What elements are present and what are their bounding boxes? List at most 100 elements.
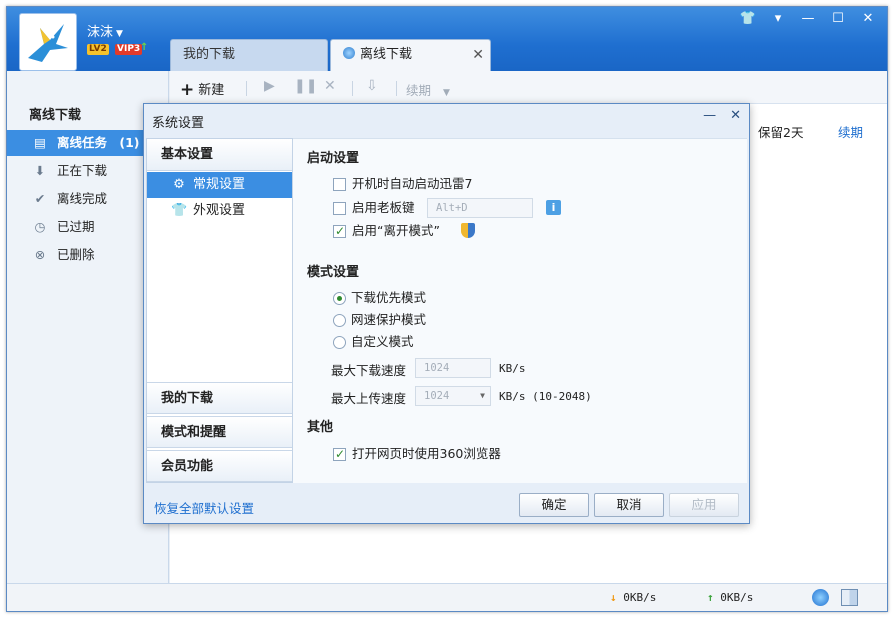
checkbox-label: 打开网页时使用360浏览器: [352, 446, 501, 461]
thunder-logo-icon[interactable]: [812, 589, 829, 606]
maximize-icon[interactable]: ☐: [829, 11, 847, 26]
sidebar-item-label: 正在下载: [57, 163, 108, 178]
sidebar-item-count: (1): [119, 135, 140, 150]
restore-defaults-link[interactable]: 恢复全部默认设置: [154, 498, 254, 517]
use-360-checkbox[interactable]: 打开网页时使用360浏览器: [333, 445, 501, 463]
nav-section-basic[interactable]: 基本设置: [147, 139, 292, 171]
nav-section-my-downloads[interactable]: 我的下载: [147, 382, 292, 414]
retention-text: 保留2天: [758, 125, 804, 140]
nav-section-mode-alert[interactable]: 模式和提醒: [147, 416, 292, 448]
panel-toggle-icon[interactable]: [841, 589, 858, 606]
checkbox-box: [333, 201, 346, 215]
sidebar-item-label: 已删除: [57, 247, 95, 262]
tab-label: 我的下载: [183, 47, 236, 62]
sidebar-item-label: 离线任务: [57, 135, 108, 150]
radio-label: 网速保护模式: [351, 312, 427, 327]
checkbox-label: 启用“离开模式”: [352, 223, 440, 238]
boss-key-input[interactable]: Alt+D: [427, 198, 533, 218]
download-arrow-icon: ⬇: [34, 163, 46, 178]
nav-item-label: 常规设置: [193, 177, 246, 192]
radio-selected: [333, 291, 346, 305]
dialog-window-controls: — ✕: [703, 108, 741, 123]
radio-download-first[interactable]: 下载优先模式: [333, 289, 426, 307]
sidebar-item-label: 已过期: [57, 219, 95, 234]
document-icon: ▤: [34, 135, 46, 150]
ok-button[interactable]: 确定: [519, 493, 589, 517]
autostart-checkbox[interactable]: 开机时自动启动迅雷7: [333, 175, 472, 193]
toolbar-divider: [246, 81, 247, 96]
download-speed-value: 0KB/s: [623, 591, 657, 604]
max-upload-select[interactable]: 1024 ▼: [415, 386, 491, 406]
chevron-down-icon: ▼: [116, 29, 123, 39]
section-title-other: 其他: [307, 420, 334, 435]
radio-net-protect[interactable]: 网速保护模式: [333, 311, 426, 329]
delete-icon[interactable]: ✕: [324, 78, 336, 94]
radio-label: 下载优先模式: [351, 290, 427, 305]
settings-dialog: 系统设置 — ✕ 基本设置 ⚙ 常规设置 👕 外观设置 我的下载 模式和提醒 会…: [143, 103, 750, 524]
dialog-title: 系统设置: [152, 116, 205, 131]
upload-speed-value: 0KB/s: [720, 591, 754, 604]
shirt-icon: 👕: [171, 203, 188, 218]
user-name: 沫沫: [87, 25, 114, 40]
radio-custom[interactable]: 自定义模式: [333, 333, 414, 351]
radio-unselected: [333, 335, 346, 349]
avatar[interactable]: [19, 13, 77, 71]
checkbox-box-checked: [333, 445, 346, 463]
max-download-unit: KB/s: [499, 362, 526, 375]
renew-link[interactable]: 续期: [838, 122, 863, 141]
tab-my-downloads[interactable]: 我的下载: [170, 39, 328, 71]
settings-nav: 基本设置 ⚙ 常规设置 👕 外观设置 我的下载 模式和提醒 会员功能: [146, 138, 293, 483]
user-name-menu[interactable]: 沫沫 ▼: [87, 21, 123, 40]
skin-shirt-icon[interactable]: 👕: [739, 11, 757, 26]
toolbar-divider: [352, 81, 353, 96]
plus-icon: +: [180, 80, 195, 100]
section-title-mode: 模式设置: [307, 265, 360, 280]
checkbox-label: 开机时自动启动迅雷7: [352, 176, 473, 191]
bird-logo-icon: [28, 24, 68, 62]
checkbox-box-checked: [333, 222, 346, 240]
renew-dropdown-button[interactable]: 续期 ▼: [406, 80, 450, 99]
chevron-down-icon: ▼: [443, 88, 450, 98]
check-icon: ✔: [34, 191, 46, 206]
toolbar-divider: [396, 81, 397, 96]
minimize-icon[interactable]: —: [703, 108, 716, 123]
pause-icon[interactable]: ❚❚: [294, 78, 317, 94]
globe-icon: [343, 47, 355, 59]
minimize-icon[interactable]: —: [799, 11, 817, 26]
delete-circle-icon: ⊗: [34, 247, 46, 262]
checkbox-box: [333, 177, 346, 191]
renew-label: 续期: [406, 83, 432, 98]
max-download-label: 最大下载速度: [331, 363, 407, 378]
apply-button[interactable]: 应用: [669, 493, 739, 517]
close-icon[interactable]: ✕: [730, 108, 741, 123]
title-bar: 沫沫 ▼ LV2 VIP3 ↑ 👕 ▾ — ☐ ✕ 我的下载 离线下载 ✕: [7, 7, 887, 71]
menu-icon[interactable]: ▾: [769, 11, 787, 26]
toolbar: + 新建 ▶ ❚❚ ✕ ⇩ 续期 ▼: [170, 71, 887, 104]
info-icon[interactable]: i: [546, 200, 561, 215]
nav-item-general[interactable]: ⚙ 常规设置: [147, 172, 292, 198]
nav-item-appearance[interactable]: 👕 外观设置: [147, 198, 292, 224]
max-download-input[interactable]: 1024: [415, 358, 491, 378]
new-task-button[interactable]: + 新建: [180, 79, 224, 100]
boss-key-checkbox[interactable]: 启用老板键: [333, 199, 415, 217]
new-task-label: 新建: [198, 83, 225, 98]
upload-speed: ↑ 0KB/s: [707, 591, 753, 604]
away-mode-checkbox[interactable]: 启用“离开模式”: [333, 222, 440, 240]
nav-section-member[interactable]: 会员功能: [147, 450, 292, 482]
settings-panel: 启动设置 开机时自动启动迅雷7 启用老板键 Alt+D i 启用“离开模式” 模…: [293, 138, 747, 483]
play-icon[interactable]: ▶: [264, 78, 275, 94]
vip-badge: VIP3: [115, 44, 143, 55]
download-speed: ↓ 0KB/s: [610, 591, 656, 604]
arrow-up-icon: ↑: [707, 591, 714, 604]
shield-icon: [461, 223, 475, 238]
download-tray-icon[interactable]: ⇩: [366, 78, 378, 94]
section-title-startup: 启动设置: [307, 151, 360, 166]
nav-item-label: 外观设置: [193, 203, 246, 218]
cancel-button[interactable]: 取消: [594, 493, 664, 517]
close-icon[interactable]: ✕: [859, 11, 877, 26]
tab-offline-download[interactable]: 离线下载 ✕: [330, 39, 491, 71]
chevron-down-icon: ▼: [480, 391, 485, 400]
tab-close-icon[interactable]: ✕: [472, 40, 484, 70]
max-upload-unit: KB/s (10-2048): [499, 390, 592, 403]
arrow-down-icon: ↓: [610, 591, 617, 604]
